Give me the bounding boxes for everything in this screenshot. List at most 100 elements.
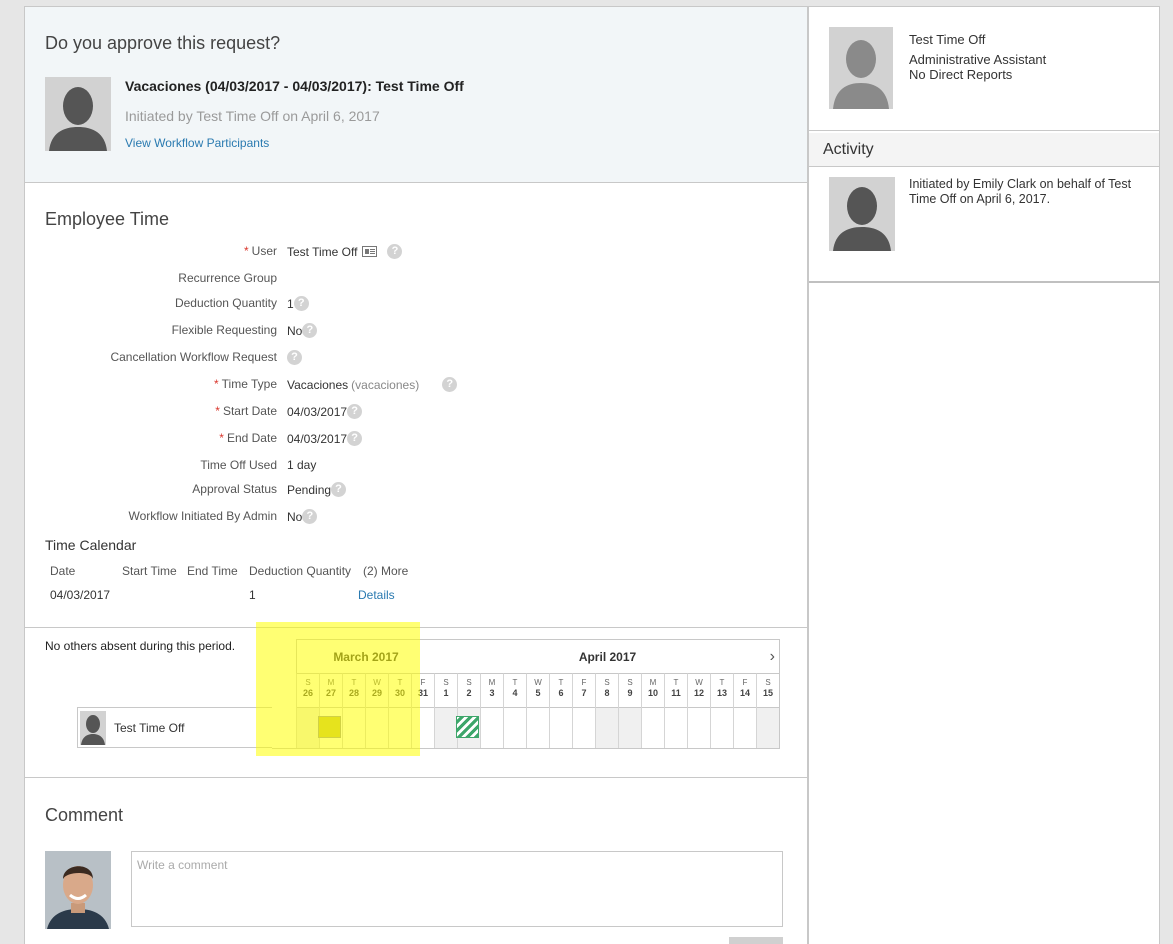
column-header-more[interactable]: (2) More [363,564,408,578]
calendar-day-header: S2 [458,674,480,708]
calendar-day-header: T4 [504,674,526,708]
calendar-day-letter: T [351,678,357,687]
help-icon[interactable]: ? [287,350,302,365]
person-silhouette-icon [81,715,105,745]
calendar-day-letter: M [488,678,496,687]
calendar-day-header: T 30 [389,674,411,708]
activity-avatar [829,177,895,251]
calendar-day-apr-14: F 14 [733,673,756,749]
details-link[interactable]: Details [358,588,395,602]
calendar-day-letter: W [534,678,542,687]
approval-header: Do you approve this request? Vacaciones … [25,7,807,183]
calendar-day-header: T 28 [343,674,365,708]
field-value: 04/03/2017 [287,404,348,419]
field-end-date: * End Date 04/03/2017? [25,431,807,451]
calendar-day-header: M 10 [642,674,664,708]
chevron-right-icon[interactable]: › [770,648,775,666]
required-marker: * [243,244,249,258]
help-icon[interactable]: ? [331,482,347,497]
calendar-day-number: 11 [671,688,681,698]
field-value: Vacaciones [287,377,349,392]
field-time-off-used: Time Off Used 1 day [25,458,807,478]
calendar-day-apr-15: S 15 [756,673,779,749]
calendar-day-apr-1: S1 [434,673,457,749]
absence-calendar: March 2017 April 2017 › S 26 M 27 T 28 W 29 T 30 F… [272,639,780,749]
help-icon[interactable]: ? [302,323,318,338]
profile-card: Test Time Off Administrative Assistant N… [809,7,1159,131]
request-initiated: Initiated by Test Time Off on April 6, 2… [125,108,380,124]
view-workflow-participants-link[interactable]: View Workflow Participants [125,136,269,150]
calendar-day-header: S 26 [297,674,319,708]
help-icon[interactable]: ? [293,296,309,311]
calendar-day-header: T 13 [711,674,733,708]
comment-input[interactable] [131,851,783,927]
calendar-day-apr-10: M 10 [641,673,664,749]
profile-avatar [829,27,893,109]
field-value: Pending [287,482,332,497]
calendar-day-letter: T [673,678,679,687]
requester-avatar [45,77,111,151]
calendar-day-letter: F [581,678,587,687]
calendar-month-march: March 2017 [333,650,399,664]
help-icon[interactable]: ? [347,404,363,419]
calendar-day-apr-11: T 11 [664,673,687,749]
calendar-day-number: 12 [693,688,704,698]
calendar-day-header: S1 [435,674,457,708]
calendar-day-number: 29 [371,688,382,698]
calendar-day-letter: S [627,678,633,687]
help-icon[interactable]: ? [347,431,363,446]
calendar-day-letter: T [719,678,725,687]
calendar-day-letter: T [558,678,564,687]
calendar-day-letter: S [305,678,311,687]
calendar-day-letter: W [695,678,703,687]
absence-marker-time-off [456,716,479,738]
person-silhouette-icon [833,40,889,109]
calendar-day-number: 28 [348,688,359,698]
calendar-day-mar-31: F 31 [411,673,434,749]
field-value: No [287,509,303,524]
absence-user-name: Test Time Off [114,721,185,735]
calendar-day-number: 2 [466,688,472,698]
field-workflow-initiated-by-admin: Workflow Initiated By Admin No? [25,509,807,529]
calendar-day-number: 15 [762,688,773,698]
time-calendar-title: Time Calendar [45,537,137,553]
field-value: 04/03/2017 [287,431,348,446]
person-silhouette-icon [49,87,107,151]
field-value: 1 [287,296,294,311]
field-start-date: * Start Date 04/03/2017? [25,404,807,424]
calendar-day-number: 4 [512,688,518,698]
calendar-day-header: F7 [573,674,595,708]
post-comment-button[interactable] [729,937,783,944]
calendar-day-header: W 12 [688,674,710,708]
field-value-extra: (vacaciones) [351,377,420,392]
help-icon[interactable]: ? [302,509,318,524]
activity-text: Initiated by Emily Clark on behalf of Te… [909,177,1132,206]
activity-header: Activity [809,133,1159,167]
column-header-deduction-quantity: Deduction Quantity [249,564,352,578]
calendar-day-header: M3 [481,674,503,708]
calendar-day-letter: T [397,678,403,687]
calendar-day-letter: F [742,678,748,687]
activity-item: Initiated by Emily Clark on behalf of Te… [809,167,1159,283]
field-label: Time Off Used [200,458,277,472]
comment-title: Comment [45,805,124,825]
calendar-day-header: W5 [527,674,549,708]
required-marker: * [213,377,219,391]
person-photo-icon [45,851,111,929]
calendar-day-number: 13 [716,688,727,698]
help-icon[interactable]: ? [442,377,458,392]
calendar-day-header: M 27 [320,674,342,708]
calendar-day-number: 5 [535,688,541,698]
field-label: Recurrence Group [178,271,277,285]
employee-card-icon[interactable] [362,246,378,257]
calendar-day-number: 14 [739,688,750,698]
person-silhouette-icon [833,187,891,251]
field-label: Cancellation Workflow Request [110,350,277,364]
calendar-month-april: April 2017 [578,650,637,664]
calendar-day-header: T 11 [665,674,687,708]
field-label: Approval Status [192,482,277,496]
profile-reports: No Direct Reports [909,67,1013,82]
help-icon[interactable]: ? [387,244,403,259]
calendar-day-header: S 15 [757,674,779,708]
calendar-day-mar-30: T 30 [388,673,411,749]
